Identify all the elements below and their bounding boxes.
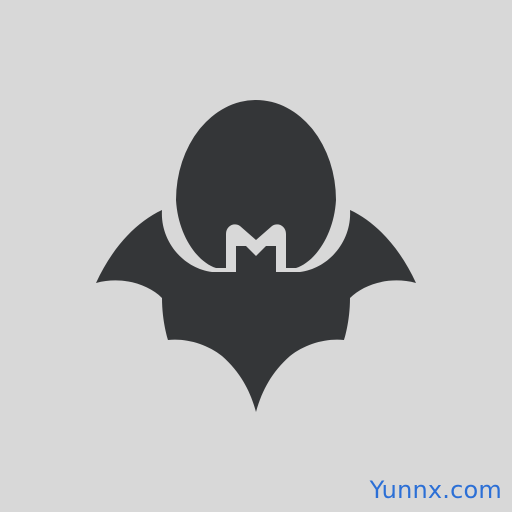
- bat-head: [176, 100, 336, 268]
- watermark-text: Yunnx.com: [369, 476, 502, 504]
- bat-icon: [96, 100, 416, 412]
- bat-wings: [96, 210, 416, 412]
- icon-canvas: Yunnx.com: [0, 0, 512, 512]
